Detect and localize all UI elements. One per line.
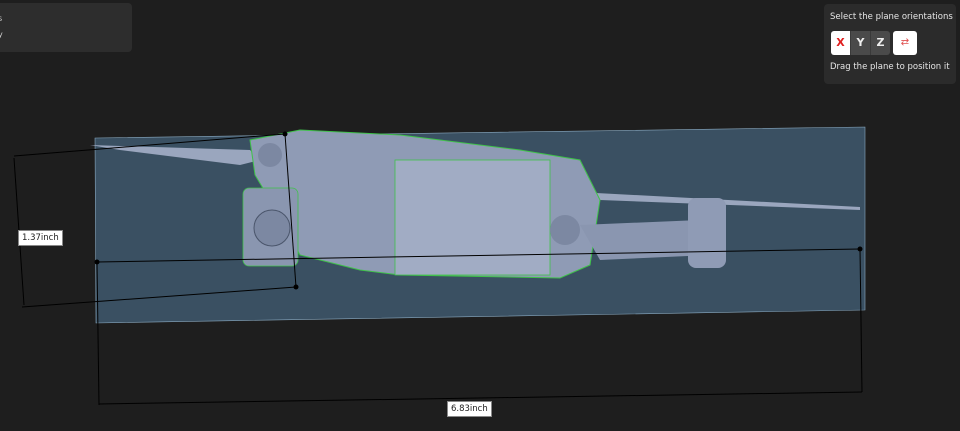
panel-hint: Drag the plane to position it <box>830 62 950 72</box>
3d-viewport[interactable] <box>0 0 960 431</box>
axis-z-button[interactable]: Z <box>870 31 890 55</box>
flip-plane-button[interactable]: ⇄ <box>893 31 917 55</box>
info-line-1: s <box>0 14 3 23</box>
axis-x-button[interactable]: X <box>831 31 850 55</box>
axis-selector: X Y Z <box>831 31 890 55</box>
flip-icon: ⇄ <box>900 37 910 48</box>
panel-title: Select the plane orientations <box>830 12 953 22</box>
plane-orientation-panel: Select the plane orientations X Y Z ⇄ Dr… <box>824 4 956 84</box>
info-line-2: y <box>0 30 3 39</box>
width-dimension-label: 6.83inch <box>447 401 492 417</box>
height-dimension-label: 1.37inch <box>18 230 63 246</box>
info-panel: s y <box>0 3 132 52</box>
axis-y-button[interactable]: Y <box>850 31 870 55</box>
